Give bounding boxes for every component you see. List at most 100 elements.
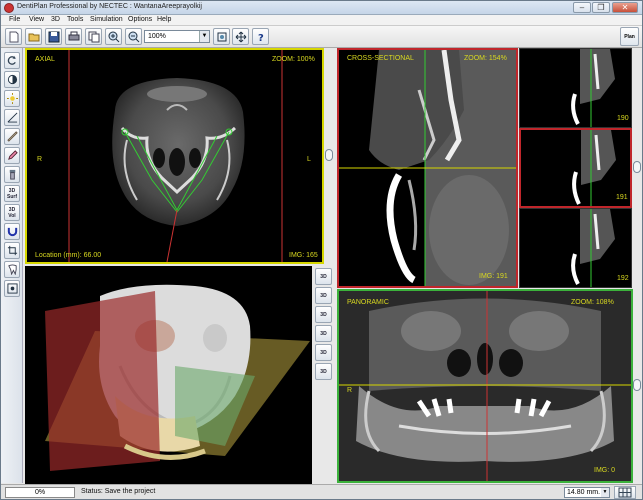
- 3d-view-button-4[interactable]: 3D: [315, 325, 332, 342]
- target-icon: [6, 283, 18, 294]
- axial-zoom: ZOOM: 100%: [272, 56, 315, 63]
- panoramic-img: IMG: 0: [594, 467, 616, 474]
- svg-text:?: ?: [258, 33, 264, 43]
- vol-3d-button[interactable]: 3D Vol: [4, 204, 20, 221]
- axial-location: Location (mm): 66.00: [35, 252, 102, 259]
- angle-icon: [7, 112, 17, 123]
- zoom-fit-button[interactable]: [213, 28, 230, 45]
- menu-options[interactable]: Options: [128, 16, 152, 23]
- zoom-out-icon: [128, 31, 139, 42]
- menu-help[interactable]: Help: [157, 16, 171, 23]
- save-icon: [48, 31, 59, 42]
- zoom-in-icon: [108, 31, 119, 42]
- status-bar: 0% Status: Save the project 14.80 mm. ▼: [1, 484, 642, 499]
- new-button[interactable]: [5, 28, 22, 45]
- 3d-view-button-2[interactable]: 3D: [315, 287, 332, 304]
- plan-button[interactable]: Plan: [620, 27, 639, 46]
- tooth-tool-button[interactable]: [4, 261, 20, 278]
- menu-view[interactable]: View: [29, 16, 44, 23]
- panoramic-zoom: ZOOM: 108%: [571, 299, 614, 306]
- restore-button[interactable]: ❐: [592, 2, 610, 13]
- zoom-in-button[interactable]: [105, 28, 122, 45]
- nerve-tool-button[interactable]: [4, 147, 20, 164]
- implant-tool-button[interactable]: [4, 166, 20, 183]
- copy-button[interactable]: [85, 28, 102, 45]
- thumbnail-splitter-handle[interactable]: [633, 161, 641, 173]
- cross-zoom: ZOOM: 154%: [464, 55, 507, 62]
- status-message: Status: Save the project: [81, 488, 156, 495]
- panoramic-title: PANORAMIC: [347, 299, 389, 306]
- print-button[interactable]: [65, 28, 82, 45]
- 3d-view-button-label: 3D: [320, 368, 327, 375]
- 3d-view-button-label: 3D: [320, 273, 327, 280]
- thumbnail-190[interactable]: 190: [519, 48, 632, 128]
- app-window: DentiPlan Professional by NECTEC : Wanta…: [0, 0, 643, 500]
- app-logo-icon: [4, 3, 14, 13]
- print-icon: [68, 31, 79, 40]
- menu-3d[interactable]: 3D: [51, 16, 60, 23]
- left-toolbar: 3D Surf 3D Vol: [1, 48, 23, 483]
- menu-simulation[interactable]: Simulation: [90, 16, 123, 23]
- progress-label: 0%: [34, 489, 46, 496]
- surf-3d-label: 3D Surf: [7, 187, 17, 200]
- cross-section-thumbnails: 190 191 192: [519, 48, 632, 288]
- zoom-select[interactable]: 100% ▼: [144, 30, 210, 43]
- 3d-view-button-1[interactable]: 3D: [315, 268, 332, 285]
- brightness-tool-button[interactable]: [4, 90, 20, 107]
- thumbnail-image: [571, 209, 615, 287]
- zoom-out-button[interactable]: [125, 28, 142, 45]
- crop-tool-button[interactable]: [4, 242, 20, 259]
- 3d-view[interactable]: [25, 266, 312, 484]
- measure-tool-button[interactable]: [4, 128, 20, 145]
- axial-splitter-handle[interactable]: [325, 149, 333, 161]
- zoom-select-value: 100%: [148, 33, 166, 40]
- ruler-icon: [6, 131, 18, 142]
- unit-select[interactable]: 14.80 mm. ▼: [564, 487, 610, 498]
- panoramic-splitter-handle[interactable]: [633, 379, 641, 391]
- thumbnail-191[interactable]: 191: [519, 128, 632, 208]
- axial-view[interactable]: AXIAL ZOOM: 100% R L Location (mm): 66.0…: [25, 48, 324, 264]
- title-bar: DentiPlan Professional by NECTEC : Wanta…: [1, 1, 642, 15]
- cross-sectional-view[interactable]: CROSS-SECTIONAL ZOOM: 154% IMG: 191: [337, 48, 518, 288]
- brightness-icon: [6, 93, 18, 104]
- menu-tools[interactable]: Tools: [67, 16, 83, 23]
- help-button[interactable]: ?: [252, 28, 269, 45]
- axial-img: IMG: 165: [289, 252, 318, 259]
- thumbnail-192[interactable]: 192: [519, 208, 632, 288]
- 3d-view-button-6[interactable]: 3D: [315, 363, 332, 380]
- surf-3d-button[interactable]: 3D Surf: [4, 185, 20, 202]
- help-icon: ?: [258, 33, 264, 43]
- plan-button-label: Plan: [624, 33, 635, 40]
- menu-bar: File View 3D Tools Simulation Options He…: [1, 15, 642, 26]
- close-button[interactable]: ✕: [612, 2, 638, 13]
- unit-select-value: 14.80 mm.: [567, 489, 601, 496]
- target-tool-button[interactable]: [4, 280, 20, 297]
- copy-icon: [88, 31, 99, 42]
- 3d-view-button-5[interactable]: 3D: [315, 344, 332, 361]
- magnet-tool-button[interactable]: [4, 223, 20, 240]
- window-title: DentiPlan Professional by NECTEC : Wanta…: [17, 3, 202, 10]
- panoramic-view[interactable]: PANORAMIC ZOOM: 108% R IMG: 0: [337, 289, 633, 483]
- open-button[interactable]: [25, 28, 42, 45]
- thumbnail-number: 191: [616, 194, 628, 201]
- new-icon: [9, 31, 18, 42]
- 3d-view-button-label: 3D: [320, 292, 327, 299]
- minimize-button[interactable]: –: [573, 2, 591, 13]
- toolbar: 100% ▼ ? Plan: [1, 26, 642, 48]
- chevron-down-icon: ▼: [601, 488, 609, 497]
- angle-tool-button[interactable]: [4, 109, 20, 126]
- open-icon: [28, 33, 39, 41]
- grid-toggle-button[interactable]: [614, 486, 636, 499]
- thumbnail-number: 190: [617, 115, 629, 122]
- cross-img: IMG: 191: [479, 273, 508, 280]
- rotate-tool-button[interactable]: [4, 52, 20, 69]
- 3d-view-button-3[interactable]: 3D: [315, 306, 332, 323]
- save-button[interactable]: [45, 28, 62, 45]
- panoramic-ct-image: [339, 291, 631, 481]
- cross-title: CROSS-SECTIONAL: [347, 55, 414, 62]
- progress-bar: 0%: [5, 487, 75, 498]
- menu-file[interactable]: File: [9, 16, 20, 23]
- contrast-tool-button[interactable]: [4, 71, 20, 88]
- pan-button[interactable]: [232, 28, 249, 45]
- 3d-view-button-label: 3D: [320, 349, 327, 356]
